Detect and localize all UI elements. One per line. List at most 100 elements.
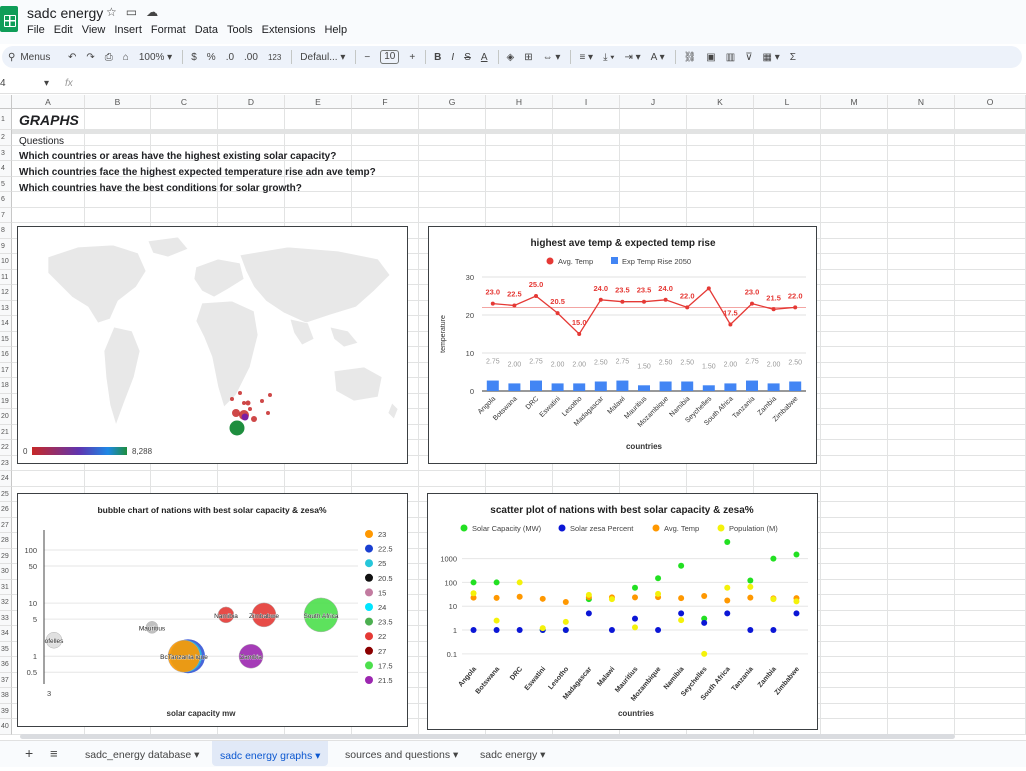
- document-title[interactable]: sadc energy: [27, 5, 103, 21]
- merge-cells-icon[interactable]: ⇔ ▾: [539, 48, 565, 66]
- row-header[interactable]: 11: [0, 269, 12, 285]
- row-header[interactable]: 13: [0, 300, 12, 316]
- row-header[interactable]: 24: [0, 471, 12, 487]
- column-header-j[interactable]: J: [620, 95, 687, 109]
- insert-comment-icon[interactable]: ▣: [702, 48, 719, 66]
- sheet-tab-sources[interactable]: sources and questions ▾: [337, 745, 466, 766]
- font-size-field[interactable]: 10: [376, 48, 403, 66]
- sheet-grid[interactable]: GRAPHS Questions Which countries or area…: [0, 95, 1026, 735]
- row-header[interactable]: 2: [0, 130, 12, 146]
- column-header-h[interactable]: H: [486, 95, 553, 109]
- column-header-o[interactable]: O: [955, 95, 1026, 109]
- text-rotation-icon[interactable]: A ▾: [647, 48, 669, 66]
- insert-chart-icon[interactable]: ▥: [722, 48, 739, 66]
- geo-chart[interactable]: 0 8,288: [17, 226, 408, 464]
- temp-chart[interactable]: highest ave temp & expected temp rise Avg…: [428, 226, 817, 464]
- row-header[interactable]: 22: [0, 440, 12, 456]
- menu-search[interactable]: ⚲ Menus: [2, 48, 62, 66]
- number-format-button[interactable]: 123: [264, 48, 285, 66]
- undo-icon[interactable]: ↶: [64, 48, 80, 66]
- functions-icon[interactable]: Σ: [786, 48, 800, 66]
- all-sheets-icon[interactable]: ≡: [42, 743, 66, 764]
- row-header[interactable]: 4: [0, 161, 12, 177]
- sheet-tab-graphs[interactable]: sadc energy graphs ▾: [212, 741, 329, 766]
- fill-color-icon[interactable]: ◈: [503, 48, 519, 66]
- row-header[interactable]: 17: [0, 362, 12, 378]
- row-header[interactable]: 29: [0, 548, 12, 564]
- percent-button[interactable]: %: [203, 48, 220, 66]
- row-header[interactable]: 18: [0, 378, 12, 394]
- vertical-align-icon[interactable]: ⤓ ▾: [599, 48, 618, 66]
- select-all-corner[interactable]: [0, 95, 12, 109]
- column-header-b[interactable]: B: [85, 95, 151, 109]
- redo-icon[interactable]: ↷: [82, 48, 98, 66]
- row-header[interactable]: 36: [0, 657, 12, 673]
- column-header-k[interactable]: K: [687, 95, 754, 109]
- column-header-f[interactable]: F: [352, 95, 419, 109]
- row-header[interactable]: 28: [0, 533, 12, 549]
- paint-format-icon[interactable]: ⌂: [119, 48, 133, 66]
- menu-extensions[interactable]: Extensions: [262, 23, 320, 37]
- row-header[interactable]: 20: [0, 409, 12, 425]
- font-select[interactable]: Defaul... ▾: [296, 48, 349, 66]
- column-header-d[interactable]: D: [218, 95, 285, 109]
- row-header[interactable]: 6: [0, 192, 12, 208]
- row-header[interactable]: 32: [0, 595, 12, 611]
- sheet-tab-sadc-energy[interactable]: sadc energy ▾: [472, 745, 553, 766]
- menu-file[interactable]: File: [27, 23, 49, 37]
- menu-view[interactable]: View: [82, 23, 110, 37]
- italic-button[interactable]: I: [447, 48, 458, 66]
- name-box[interactable]: 4 ▾: [0, 78, 52, 89]
- menu-tools[interactable]: Tools: [227, 23, 257, 37]
- bubble-chart[interactable]: bubble chart of nations with best solar …: [17, 493, 408, 727]
- row-header[interactable]: 8: [0, 223, 12, 239]
- row-header[interactable]: 27: [0, 517, 12, 533]
- column-header-m[interactable]: M: [821, 95, 888, 109]
- row-header[interactable]: 14: [0, 316, 12, 332]
- row-header[interactable]: 30: [0, 564, 12, 580]
- column-header-c[interactable]: C: [151, 95, 218, 109]
- sheets-logo-icon[interactable]: [0, 6, 18, 32]
- borders-icon[interactable]: ⊞: [520, 48, 536, 66]
- column-header-e[interactable]: E: [285, 95, 352, 109]
- row-header[interactable]: 3: [0, 145, 12, 161]
- filter-views-icon[interactable]: ▦ ▾: [759, 48, 784, 66]
- font-size-increase-icon[interactable]: +: [405, 48, 419, 66]
- column-header-l[interactable]: L: [754, 95, 821, 109]
- text-color-button[interactable]: A: [477, 48, 492, 66]
- text-wrap-icon[interactable]: ⇥ ▾: [620, 48, 644, 66]
- row-header[interactable]: 23: [0, 455, 12, 471]
- add-sheet-icon[interactable]: +: [17, 743, 41, 764]
- row-header[interactable]: 16: [0, 347, 12, 363]
- scatter-chart[interactable]: scatter plot of nations with best solar …: [427, 493, 818, 730]
- strikethrough-button[interactable]: S: [460, 48, 475, 66]
- horizontal-scrollbar[interactable]: [20, 734, 955, 739]
- horizontal-align-icon[interactable]: ≡ ▾: [575, 48, 597, 66]
- row-header[interactable]: 25: [0, 486, 12, 502]
- row-header[interactable]: 33: [0, 610, 12, 626]
- bold-button[interactable]: B: [430, 48, 445, 66]
- row-header[interactable]: 1: [0, 109, 12, 130]
- row-header[interactable]: 10: [0, 254, 12, 270]
- row-header[interactable]: 41: [0, 734, 12, 735]
- row-header[interactable]: 15: [0, 331, 12, 347]
- column-header-a[interactable]: A: [12, 95, 85, 109]
- currency-button[interactable]: $: [187, 48, 201, 66]
- increase-decimal-button[interactable]: .00: [240, 48, 262, 66]
- font-size-decrease-icon[interactable]: −: [360, 48, 374, 66]
- row-header[interactable]: 19: [0, 393, 12, 409]
- row-header[interactable]: 39: [0, 703, 12, 719]
- row-header[interactable]: 26: [0, 502, 12, 518]
- row-header[interactable]: 5: [0, 176, 12, 192]
- menu-edit[interactable]: Edit: [54, 23, 77, 37]
- column-header-i[interactable]: I: [553, 95, 620, 109]
- row-header[interactable]: 34: [0, 626, 12, 642]
- row-header[interactable]: 7: [0, 207, 12, 223]
- print-icon[interactable]: ⎙: [101, 48, 117, 66]
- decrease-decimal-button[interactable]: .0: [222, 48, 238, 66]
- row-header[interactable]: 40: [0, 719, 12, 735]
- filter-icon[interactable]: ⊽: [741, 48, 756, 66]
- sheet-tab-database[interactable]: sadc_energy database ▾: [77, 745, 207, 766]
- menu-data[interactable]: Data: [195, 23, 222, 37]
- row-header[interactable]: 9: [0, 238, 12, 254]
